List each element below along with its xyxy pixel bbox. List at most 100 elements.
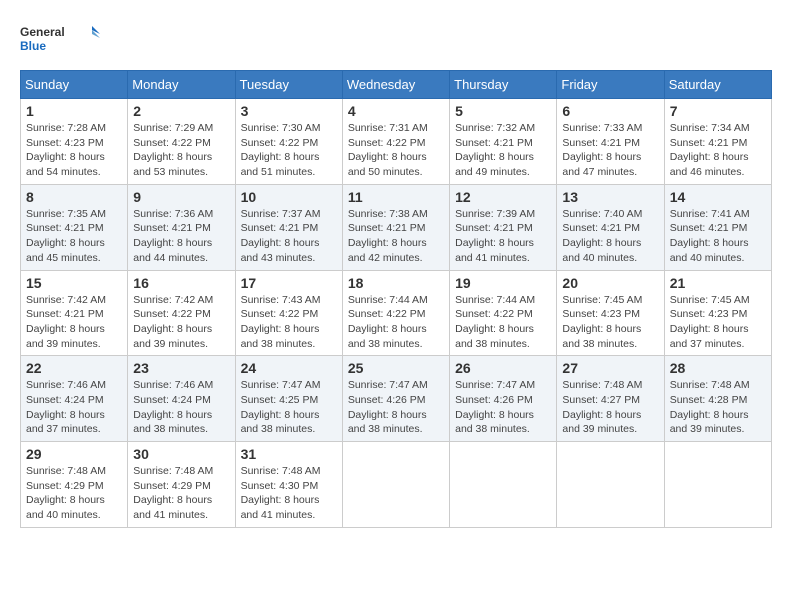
day-number: 8: [26, 189, 122, 205]
calendar-cell: 1 Sunrise: 7:28 AMSunset: 4:23 PMDaylight…: [21, 99, 128, 185]
day-number: 14: [670, 189, 766, 205]
calendar-week-4: 22 Sunrise: 7:46 AMSunset: 4:24 PMDayligh…: [21, 356, 772, 442]
day-number: 18: [348, 275, 444, 291]
day-info: Sunrise: 7:47 AMSunset: 4:26 PMDaylight:…: [348, 378, 444, 437]
calendar-week-3: 15 Sunrise: 7:42 AMSunset: 4:21 PMDayligh…: [21, 270, 772, 356]
day-number: 21: [670, 275, 766, 291]
calendar-cell: 18 Sunrise: 7:44 AMSunset: 4:22 PMDayligh…: [342, 270, 449, 356]
weekday-header-wednesday: Wednesday: [342, 71, 449, 99]
weekday-header-tuesday: Tuesday: [235, 71, 342, 99]
calendar-cell: 10 Sunrise: 7:37 AMSunset: 4:21 PMDayligh…: [235, 184, 342, 270]
calendar-week-1: 1 Sunrise: 7:28 AMSunset: 4:23 PMDaylight…: [21, 99, 772, 185]
day-number: 3: [241, 103, 337, 119]
day-number: 20: [562, 275, 658, 291]
calendar-cell: 4 Sunrise: 7:31 AMSunset: 4:22 PMDaylight…: [342, 99, 449, 185]
day-number: 30: [133, 446, 229, 462]
calendar-cell: 26 Sunrise: 7:47 AMSunset: 4:26 PMDayligh…: [450, 356, 557, 442]
day-number: 2: [133, 103, 229, 119]
day-info: Sunrise: 7:48 AMSunset: 4:29 PMDaylight:…: [133, 464, 229, 523]
day-number: 22: [26, 360, 122, 376]
day-number: 4: [348, 103, 444, 119]
calendar-cell: 8Sunrise: 7:35 AMSunset: 4:21 PMDaylight…: [21, 184, 128, 270]
day-number: 15: [26, 275, 122, 291]
calendar-cell: 17 Sunrise: 7:43 AMSunset: 4:22 PMDayligh…: [235, 270, 342, 356]
day-info: Sunrise: 7:29 AMSunset: 4:22 PMDaylight:…: [133, 121, 229, 180]
calendar-cell: 12Sunrise: 7:39 AMSunset: 4:21 PMDayligh…: [450, 184, 557, 270]
weekday-header-saturday: Saturday: [664, 71, 771, 99]
calendar-body: 1 Sunrise: 7:28 AMSunset: 4:23 PMDaylight…: [21, 99, 772, 528]
calendar-cell: 2 Sunrise: 7:29 AMSunset: 4:22 PMDaylight…: [128, 99, 235, 185]
day-info: Sunrise: 7:46 AMSunset: 4:24 PMDaylight:…: [133, 378, 229, 437]
day-number: 28: [670, 360, 766, 376]
day-number: 11: [348, 189, 444, 205]
day-number: 10: [241, 189, 337, 205]
calendar-cell: 6 Sunrise: 7:33 AMSunset: 4:21 PMDaylight…: [557, 99, 664, 185]
weekday-header-thursday: Thursday: [450, 71, 557, 99]
calendar-cell: 11 Sunrise: 7:38 AMSunset: 4:21 PMDayligh…: [342, 184, 449, 270]
day-info: Sunrise: 7:48 AMSunset: 4:27 PMDaylight:…: [562, 378, 658, 437]
calendar-table: SundayMondayTuesdayWednesdayThursdayFrid…: [20, 70, 772, 528]
day-number: 31: [241, 446, 337, 462]
weekday-header-monday: Monday: [128, 71, 235, 99]
calendar-cell: 25 Sunrise: 7:47 AMSunset: 4:26 PMDayligh…: [342, 356, 449, 442]
day-number: 1: [26, 103, 122, 119]
calendar-cell: [557, 442, 664, 528]
calendar-cell: 24Sunrise: 7:47 AMSunset: 4:25 PMDayligh…: [235, 356, 342, 442]
day-info: Sunrise: 7:38 AMSunset: 4:21 PMDaylight:…: [348, 207, 444, 266]
day-number: 27: [562, 360, 658, 376]
day-info: Sunrise: 7:34 AMSunset: 4:21 PMDaylight:…: [670, 121, 766, 180]
day-info: Sunrise: 7:37 AMSunset: 4:21 PMDaylight:…: [241, 207, 337, 266]
svg-text:General: General: [20, 25, 65, 39]
day-info: Sunrise: 7:28 AMSunset: 4:23 PMDaylight:…: [26, 121, 122, 180]
day-info: Sunrise: 7:33 AMSunset: 4:21 PMDaylight:…: [562, 121, 658, 180]
day-info: Sunrise: 7:42 AMSunset: 4:21 PMDaylight:…: [26, 293, 122, 352]
day-info: Sunrise: 7:39 AMSunset: 4:21 PMDaylight:…: [455, 207, 551, 266]
day-number: 7: [670, 103, 766, 119]
day-number: 9: [133, 189, 229, 205]
calendar-cell: 22 Sunrise: 7:46 AMSunset: 4:24 PMDayligh…: [21, 356, 128, 442]
weekday-header-sunday: Sunday: [21, 71, 128, 99]
day-info: Sunrise: 7:36 AMSunset: 4:21 PMDaylight:…: [133, 207, 229, 266]
day-info: Sunrise: 7:40 AMSunset: 4:21 PMDaylight:…: [562, 207, 658, 266]
day-info: Sunrise: 7:45 AMSunset: 4:23 PMDaylight:…: [670, 293, 766, 352]
calendar-week-5: 29 Sunrise: 7:48 AMSunset: 4:29 PMDayligh…: [21, 442, 772, 528]
calendar-cell: 27 Sunrise: 7:48 AMSunset: 4:27 PMDayligh…: [557, 356, 664, 442]
day-info: Sunrise: 7:46 AMSunset: 4:24 PMDaylight:…: [26, 378, 122, 437]
day-number: 13: [562, 189, 658, 205]
day-number: 6: [562, 103, 658, 119]
day-number: 16: [133, 275, 229, 291]
day-number: 29: [26, 446, 122, 462]
day-number: 17: [241, 275, 337, 291]
day-number: 23: [133, 360, 229, 376]
calendar-cell: 7 Sunrise: 7:34 AMSunset: 4:21 PMDaylight…: [664, 99, 771, 185]
calendar-week-2: 8Sunrise: 7:35 AMSunset: 4:21 PMDaylight…: [21, 184, 772, 270]
day-info: Sunrise: 7:41 AMSunset: 4:21 PMDaylight:…: [670, 207, 766, 266]
svg-text:Blue: Blue: [20, 39, 46, 53]
calendar-cell: [342, 442, 449, 528]
day-info: Sunrise: 7:45 AMSunset: 4:23 PMDaylight:…: [562, 293, 658, 352]
calendar-cell: 21 Sunrise: 7:45 AMSunset: 4:23 PMDayligh…: [664, 270, 771, 356]
calendar-cell: 30 Sunrise: 7:48 AMSunset: 4:29 PMDayligh…: [128, 442, 235, 528]
calendar-cell: 20 Sunrise: 7:45 AMSunset: 4:23 PMDayligh…: [557, 270, 664, 356]
day-number: 5: [455, 103, 551, 119]
logo: General Blue: [20, 20, 100, 60]
day-info: Sunrise: 7:43 AMSunset: 4:22 PMDaylight:…: [241, 293, 337, 352]
day-info: Sunrise: 7:47 AMSunset: 4:25 PMDaylight:…: [241, 378, 337, 437]
calendar-cell: 3 Sunrise: 7:30 AMSunset: 4:22 PMDaylight…: [235, 99, 342, 185]
logo-svg: General Blue: [20, 20, 100, 60]
day-info: Sunrise: 7:44 AMSunset: 4:22 PMDaylight:…: [455, 293, 551, 352]
calendar-cell: [664, 442, 771, 528]
calendar-cell: 28Sunrise: 7:48 AMSunset: 4:28 PMDayligh…: [664, 356, 771, 442]
day-info: Sunrise: 7:44 AMSunset: 4:22 PMDaylight:…: [348, 293, 444, 352]
day-info: Sunrise: 7:30 AMSunset: 4:22 PMDaylight:…: [241, 121, 337, 180]
weekday-header-row: SundayMondayTuesdayWednesdayThursdayFrid…: [21, 71, 772, 99]
day-number: 25: [348, 360, 444, 376]
calendar-cell: 9 Sunrise: 7:36 AMSunset: 4:21 PMDaylight…: [128, 184, 235, 270]
calendar-cell: 5Sunrise: 7:32 AMSunset: 4:21 PMDaylight…: [450, 99, 557, 185]
calendar-cell: 29Sunrise: 7:48 AMSunset: 4:29 PMDayligh…: [21, 442, 128, 528]
day-info: Sunrise: 7:31 AMSunset: 4:22 PMDaylight:…: [348, 121, 444, 180]
calendar-header: SundayMondayTuesdayWednesdayThursdayFrid…: [21, 71, 772, 99]
day-info: Sunrise: 7:47 AMSunset: 4:26 PMDaylight:…: [455, 378, 551, 437]
day-info: Sunrise: 7:48 AMSunset: 4:30 PMDaylight:…: [241, 464, 337, 523]
day-number: 26: [455, 360, 551, 376]
